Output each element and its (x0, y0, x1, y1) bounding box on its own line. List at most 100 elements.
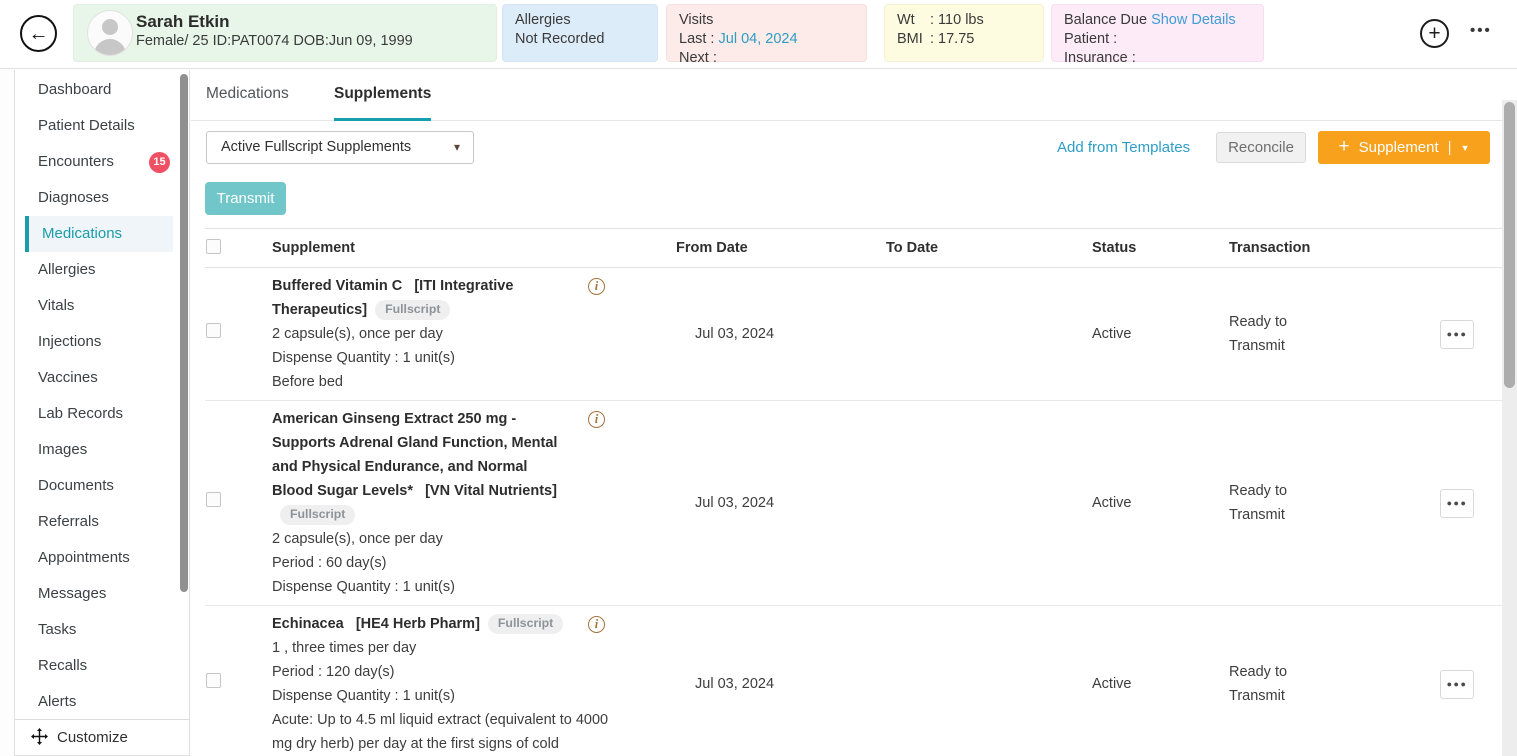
sidebar-item-label: Allergies (38, 261, 96, 278)
sidebar-item-label: Referrals (38, 513, 99, 530)
row-menu-button[interactable]: ●●● (1440, 670, 1474, 699)
supplements-table: Supplement From Date To Date Status Tran… (205, 228, 1502, 756)
add-from-templates-link[interactable]: Add from Templates (1057, 131, 1190, 164)
sidebar-item-label: Encounters (38, 153, 114, 170)
allergies-title: Allergies (515, 11, 647, 30)
sidebar-item-label: Dashboard (38, 81, 111, 98)
from-date: Jul 03, 2024 (676, 491, 886, 515)
sidebar-item-tasks[interactable]: Tasks (15, 612, 189, 648)
sidebar-item-appointments[interactable]: Appointments (15, 540, 189, 576)
from-date: Jul 03, 2024 (676, 322, 886, 346)
reconcile-button[interactable]: Reconcile (1216, 132, 1306, 163)
row-menu-button[interactable]: ●●● (1440, 489, 1474, 518)
sidebar-item-label: Vitals (38, 297, 74, 314)
fullscript-badge: Fullscript (375, 300, 450, 320)
visits-card: Visits Last : Jul 04, 2024 Next : (666, 4, 867, 62)
sidebar-item-label: Alerts (38, 693, 76, 710)
supplement-detail: Dispense Quantity : 1 unit(s) (272, 346, 624, 370)
sidebar-item-recalls[interactable]: Recalls (15, 648, 189, 684)
row-checkbox[interactable] (206, 492, 221, 507)
weight-value: : 110 lbs (930, 12, 984, 28)
transaction-status: Ready to Transmit (1229, 479, 1311, 527)
main-scrollbar-thumb[interactable] (1504, 102, 1515, 388)
supplement-detail: 2 capsule(s), once per day (272, 527, 624, 551)
sidebar-item-diagnoses[interactable]: Diagnoses (15, 180, 189, 216)
sidebar-item-referrals[interactable]: Referrals (15, 504, 189, 540)
sidebar-item-patient-details[interactable]: Patient Details (15, 108, 189, 144)
top-bar: ← Sarah Etkin Female/ 25 ID:PAT0074 DOB:… (0, 0, 1517, 69)
sidebar-item-images[interactable]: Images (15, 432, 189, 468)
supplement-name: American Ginseng Extract 250 mg - Suppor… (272, 411, 561, 499)
sidebar-item-vitals[interactable]: Vitals (15, 288, 189, 324)
status: Active (1092, 491, 1229, 515)
sidebar-item-label: Patient Details (38, 117, 135, 134)
select-all-checkbox[interactable] (206, 239, 221, 254)
bmi-label: BMI (897, 30, 930, 49)
add-plus-icon[interactable]: + (1420, 19, 1449, 48)
sidebar-item-documents[interactable]: Documents (15, 468, 189, 504)
sidebar: Dashboard Patient Details Encounters15 Diag… (14, 70, 190, 756)
sidebar-item-lab-records[interactable]: Lab Records (15, 396, 189, 432)
patient-summary-card: Sarah Etkin Female/ 25 ID:PAT0074 DOB:Ju… (73, 4, 497, 62)
from-date: Jul 03, 2024 (676, 672, 886, 696)
tab-medications[interactable]: Medications (206, 70, 289, 121)
allergies-value: Not Recorded (515, 30, 647, 49)
info-icon[interactable]: i (588, 616, 605, 633)
more-options-icon[interactable]: ••• (1470, 22, 1492, 39)
sidebar-item-allergies[interactable]: Allergies (15, 252, 189, 288)
transaction-status: Ready to Transmit (1229, 660, 1311, 708)
col-status: Status (1092, 240, 1229, 256)
sidebar-item-vaccines[interactable]: Vaccines (15, 360, 189, 396)
visits-last-date-link[interactable]: Jul 04, 2024 (719, 31, 798, 47)
col-from-date: From Date (676, 240, 886, 256)
transaction-status: Ready to Transmit (1229, 310, 1311, 358)
fullscript-badge: Fullscript (488, 614, 563, 634)
sidebar-item-label: Diagnoses (38, 189, 109, 206)
main-scrollbar-track[interactable] (1502, 100, 1517, 756)
bmi-row: BMI: 17.75 (897, 30, 1033, 49)
add-supplement-button[interactable]: + Supplement | ▼ (1318, 131, 1490, 164)
supplements-filter-dropdown[interactable]: Active Fullscript Supplements ▾ (206, 131, 474, 164)
sidebar-item-label: Tasks (38, 621, 76, 638)
patient-meta: Female/ 25 ID:PAT0074 DOB:Jun 09, 1999 (136, 32, 486, 51)
balance-insurance-label: Insurance : (1064, 49, 1253, 68)
chevron-down-icon: ▼ (1461, 143, 1470, 153)
bmi-value: : 17.75 (930, 31, 974, 47)
table-header: Supplement From Date To Date Status Tran… (205, 228, 1502, 268)
info-icon[interactable]: i (588, 278, 605, 295)
transmit-button[interactable]: Transmit (205, 182, 286, 215)
sidebar-item-label: Appointments (38, 549, 130, 566)
customize-button[interactable]: Customize (15, 719, 189, 755)
sidebar-item-encounters[interactable]: Encounters15 (15, 144, 189, 180)
table-row: Echinacea [HE4 Herb Pharm] Fullscript1 , … (205, 606, 1502, 756)
row-checkbox[interactable] (206, 323, 221, 338)
back-arrow-icon[interactable]: ← (20, 15, 57, 52)
sidebar-item-messages[interactable]: Messages (15, 576, 189, 612)
info-icon[interactable]: i (588, 411, 605, 428)
balance-title: Balance Due (1064, 12, 1147, 28)
sidebar-item-medications[interactable]: Medications (25, 216, 173, 252)
sidebar-item-alerts[interactable]: Alerts (15, 684, 189, 720)
weight-label: Wt (897, 11, 930, 30)
row-checkbox[interactable] (206, 673, 221, 688)
col-transaction: Transaction (1229, 240, 1440, 256)
sidebar-item-dashboard[interactable]: Dashboard (15, 72, 189, 108)
tab-bar: Medications Supplements (191, 70, 1517, 121)
sidebar-item-label: Injections (38, 333, 101, 350)
table-row: American Ginseng Extract 250 mg - Suppor… (205, 401, 1502, 606)
supplement-detail: Period : 60 day(s) (272, 551, 624, 575)
sidebar-scrollbar[interactable] (180, 74, 188, 592)
supplement-detail: 1 , three times per day (272, 636, 624, 660)
sidebar-item-label: Lab Records (38, 405, 123, 422)
divider: | (1448, 139, 1452, 156)
sidebar-item-label: Medications (42, 225, 122, 242)
supplement-name: Echinacea [HE4 Herb Pharm] (272, 616, 480, 632)
show-details-link[interactable]: Show Details (1151, 12, 1236, 28)
move-icon (31, 728, 48, 745)
sidebar-item-injections[interactable]: Injections (15, 324, 189, 360)
filter-selected-value: Active Fullscript Supplements (221, 139, 411, 155)
fullscript-badge: Fullscript (280, 505, 355, 525)
row-menu-button[interactable]: ●●● (1440, 320, 1474, 349)
sidebar-item-label: Documents (38, 477, 114, 494)
tab-supplements[interactable]: Supplements (334, 70, 431, 121)
